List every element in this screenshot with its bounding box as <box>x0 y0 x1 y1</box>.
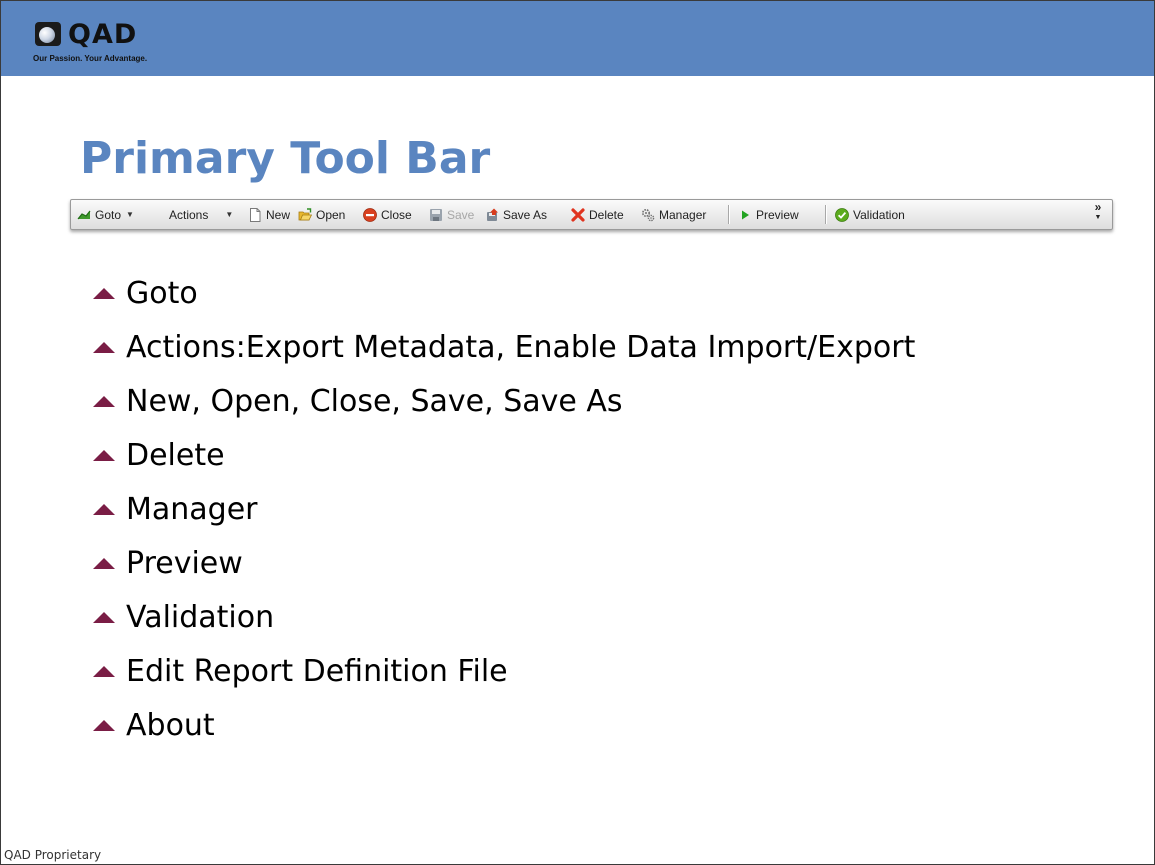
actions-label: Actions <box>169 207 209 222</box>
preview-button[interactable]: Preview <box>738 200 799 229</box>
goto-label: Goto <box>95 207 122 222</box>
list-item: Manager <box>93 483 915 537</box>
primary-toolbar: Goto ▼ Actions ▼ New Open Close Save Sav… <box>70 199 1113 230</box>
validation-button[interactable]: Validation <box>835 200 905 229</box>
triangle-bullet-icon <box>93 666 115 677</box>
close-label: Close <box>381 207 412 222</box>
save-label: Save <box>447 207 475 222</box>
save-as-icon <box>485 208 499 222</box>
toolbar-overflow-button[interactable]: » ▼ <box>1093 200 1103 223</box>
save-as-button[interactable]: Save As <box>485 200 547 229</box>
overflow-dropdown-icon: ▼ <box>1094 214 1102 221</box>
close-button[interactable]: Close <box>363 200 412 229</box>
list-item: Validation <box>93 591 915 645</box>
slide-title: Primary Tool Bar <box>80 133 491 184</box>
checkmark-icon <box>835 207 849 222</box>
goto-button[interactable]: Goto ▼ <box>77 200 134 229</box>
open-button[interactable]: Open <box>298 200 345 229</box>
triangle-bullet-icon <box>93 342 115 353</box>
triangle-bullet-icon <box>93 450 115 461</box>
list-item-text: Edit Report Definition File <box>126 654 508 689</box>
manager-button[interactable]: Manager <box>641 200 706 229</box>
triangle-bullet-icon <box>93 720 115 731</box>
delete-button[interactable]: Delete <box>571 200 624 229</box>
toolbar-separator <box>825 205 827 224</box>
open-folder-icon <box>298 207 313 222</box>
qad-globe-icon <box>35 22 61 46</box>
save-disk-icon <box>429 208 443 222</box>
toolbar-separator <box>728 205 730 224</box>
save-button[interactable]: Save <box>429 200 474 229</box>
delete-label: Delete <box>589 207 624 222</box>
list-item: About <box>93 699 915 753</box>
list-item-text: Preview <box>126 546 243 581</box>
list-item: Preview <box>93 537 915 591</box>
overflow-chevron-icon: » <box>1094 200 1102 214</box>
delete-icon <box>571 207 585 222</box>
logo-tagline: Our Passion. Your Advantage. <box>33 54 148 63</box>
actions-dropdown-icon: ▼ <box>225 210 234 219</box>
new-document-icon <box>248 207 262 222</box>
new-label: New <box>266 207 291 222</box>
slide-frame: QAD Our Passion. Your Advantage. Primary… <box>0 0 1155 865</box>
list-item: New, Open, Close, Save, Save As <box>93 375 915 429</box>
manager-label: Manager <box>659 207 707 222</box>
list-item: Edit Report Definition File <box>93 645 915 699</box>
triangle-bullet-icon <box>93 288 115 299</box>
actions-button[interactable]: Actions ▼ <box>169 200 233 229</box>
close-icon <box>363 207 377 222</box>
list-item: Actions:Export Metadata, Enable Data Imp… <box>93 321 915 375</box>
new-button[interactable]: New <box>248 200 290 229</box>
gears-icon <box>641 208 655 222</box>
goto-dropdown-icon: ▼ <box>126 210 134 219</box>
list-item-text: Actions:Export Metadata, Enable Data Imp… <box>126 330 916 365</box>
list-item: Goto <box>93 267 915 321</box>
open-label: Open <box>316 207 346 222</box>
triangle-bullet-icon <box>93 396 115 407</box>
footer-text: QAD Proprietary <box>4 848 102 862</box>
list-item: Delete <box>93 429 915 483</box>
triangle-bullet-icon <box>93 612 115 623</box>
list-item-text: Validation <box>126 600 275 635</box>
list-item-text: About <box>126 708 215 743</box>
header-bar: QAD Our Passion. Your Advantage. <box>1 1 1154 76</box>
list-item-text: Goto <box>126 276 198 311</box>
triangle-bullet-icon <box>93 558 115 569</box>
validation-label: Validation <box>853 207 905 222</box>
save-as-label: Save As <box>503 207 548 222</box>
list-item-text: Delete <box>126 438 225 473</box>
list-item-text: New, Open, Close, Save, Save As <box>126 384 623 419</box>
list-item-text: Manager <box>126 492 258 527</box>
play-icon <box>738 208 752 222</box>
goto-icon <box>77 208 91 222</box>
preview-label: Preview <box>756 207 799 222</box>
bullet-list: Goto Actions:Export Metadata, Enable Dat… <box>93 267 915 753</box>
logo-wordmark: QAD <box>68 19 138 50</box>
triangle-bullet-icon <box>93 504 115 515</box>
